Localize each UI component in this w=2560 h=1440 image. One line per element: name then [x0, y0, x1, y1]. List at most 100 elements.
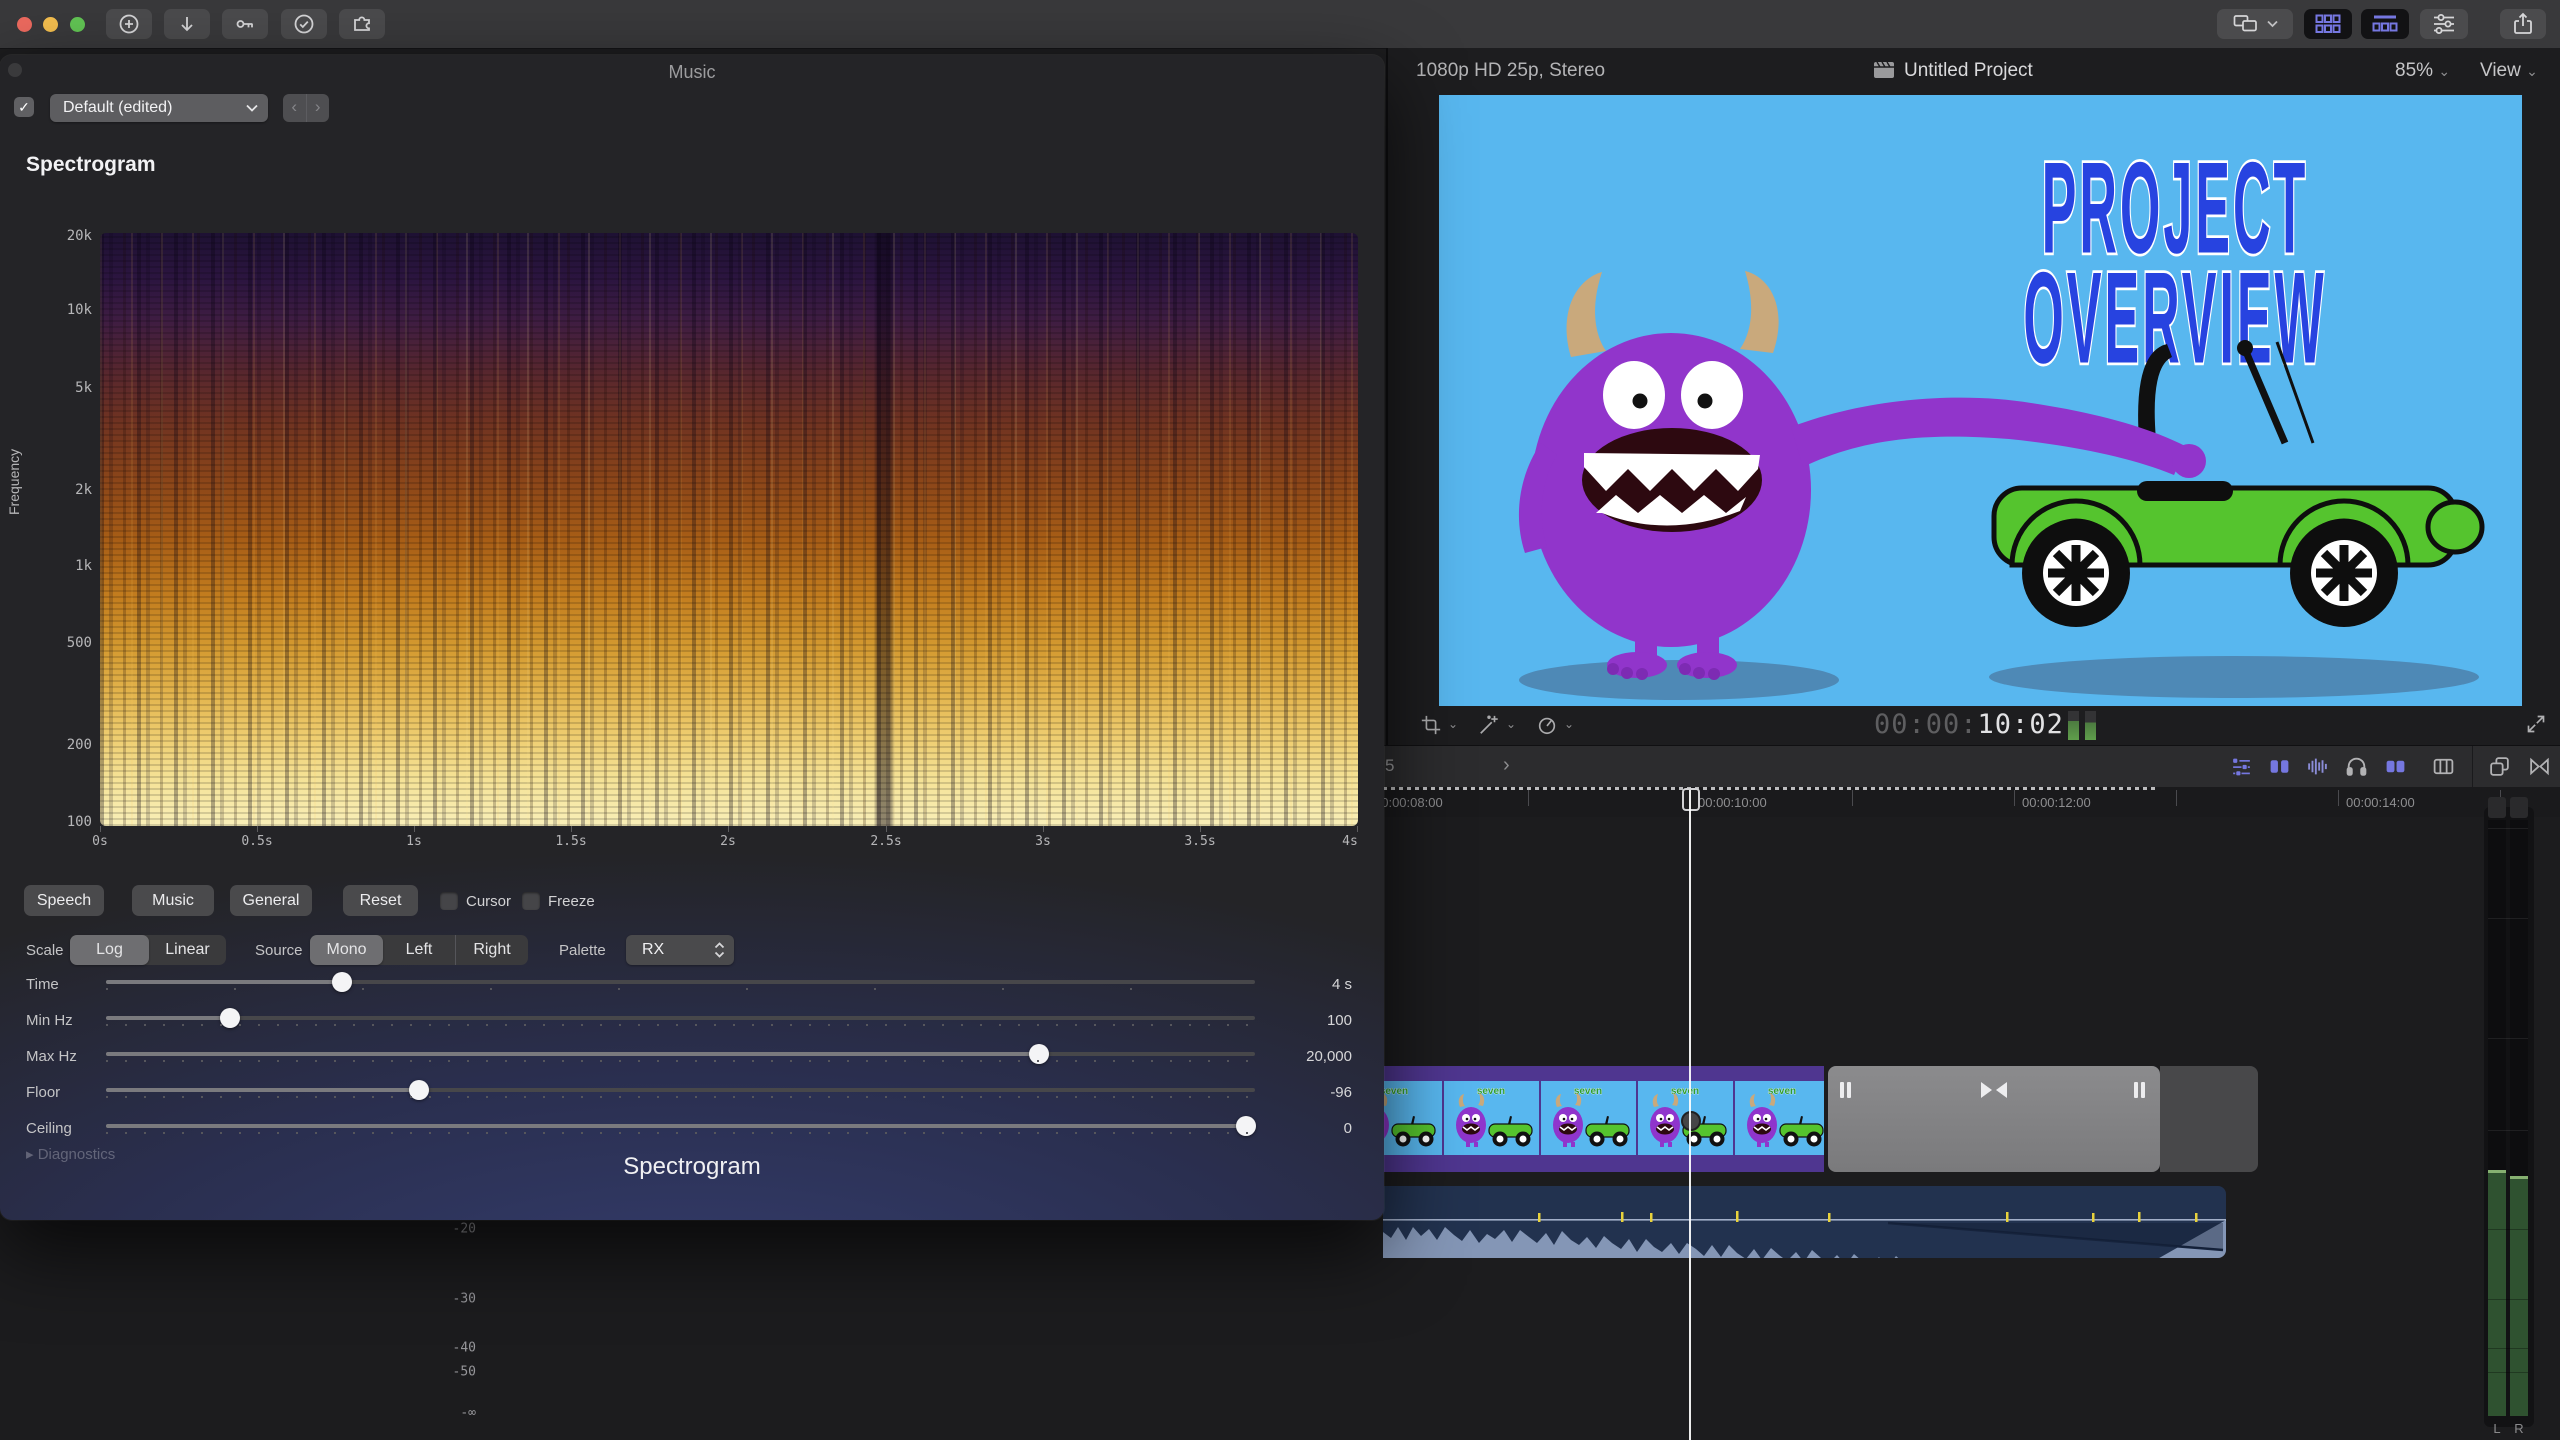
- duplicate-timeline-button[interactable]: [2488, 755, 2511, 778]
- audio-clip[interactable]: [1383, 1186, 2226, 1258]
- peak-indicator-left: [2488, 797, 2506, 818]
- reset-button[interactable]: Reset: [343, 885, 418, 916]
- y-tick: 10k: [48, 302, 92, 318]
- clip-appearance-button[interactable]: [2432, 755, 2455, 778]
- slider-label: Max Hz: [26, 1048, 77, 1065]
- slider-value: 0: [1344, 1120, 1352, 1137]
- floor-slider[interactable]: [106, 1088, 1255, 1092]
- top-toolbar: [0, 0, 2560, 49]
- secondary-gap-clip[interactable]: [2160, 1066, 2258, 1172]
- background-tasks-button[interactable]: [281, 9, 327, 39]
- workspaces-button[interactable]: [2217, 9, 2293, 39]
- snapping-button[interactable]: [2384, 755, 2407, 778]
- toolbar-divider: [2472, 746, 2473, 787]
- slider-value: 4 s: [1332, 976, 1352, 993]
- plus-circle-button[interactable]: [106, 9, 152, 39]
- ruler-label: 00:00:12:00: [2022, 795, 2091, 810]
- mini-audio-meter-left[interactable]: [2068, 711, 2079, 740]
- y-tick: 20k: [48, 228, 92, 244]
- minimize-window-button[interactable]: [43, 17, 58, 32]
- displays-icon: [2233, 13, 2259, 35]
- bowtie-icon[interactable]: [2528, 755, 2551, 778]
- y-tick: 5k: [48, 380, 92, 396]
- speech-preset-button[interactable]: Speech: [24, 885, 104, 916]
- playhead-knob[interactable]: [1681, 1111, 1701, 1131]
- timeline-title-fragment: 5: [1385, 756, 1394, 776]
- inspector-toggle-button[interactable]: [2420, 9, 2468, 39]
- retime-button[interactable]: [1536, 714, 1558, 736]
- source-segmented-control[interactable]: Mono Left Right: [310, 935, 528, 965]
- meter-tick: -30: [436, 1292, 476, 1307]
- viewer-panel: 1080p HD 25p, Stereo Untitled Project 85…: [1386, 48, 2560, 745]
- trim-tool-button[interactable]: [2268, 755, 2291, 778]
- import-button[interactable]: [164, 9, 210, 39]
- headphones-icon[interactable]: [2345, 755, 2368, 778]
- time-slider[interactable]: [106, 980, 1255, 984]
- scale-segmented-control[interactable]: Log Linear: [70, 935, 226, 965]
- down-arrow-icon: [175, 12, 199, 36]
- preset-back-button[interactable]: ‹: [283, 94, 307, 122]
- timecode-hours: 00:00:: [1874, 709, 1978, 740]
- video-clip[interactable]: [1383, 1066, 1824, 1172]
- y-tick: 2k: [48, 482, 92, 498]
- filmstrip-thumbnails: [1383, 1081, 1824, 1155]
- browser-toggle-button[interactable]: [2304, 9, 2352, 39]
- source-mono-option[interactable]: Mono: [310, 935, 383, 965]
- playhead-line[interactable]: [1689, 790, 1691, 1440]
- ruler-label: 00:00:10:00: [1698, 795, 1767, 810]
- keywords-button[interactable]: [222, 9, 268, 39]
- ceiling-slider[interactable]: [106, 1124, 1255, 1128]
- expand-icon[interactable]: [2526, 714, 2546, 734]
- meter-tick: -40: [436, 1341, 476, 1356]
- palette-dropdown[interactable]: RX: [626, 935, 734, 965]
- up-down-chevrons-icon: [714, 941, 725, 959]
- freeze-checkbox[interactable]: [522, 892, 540, 910]
- bowtie-marker-icon: [1981, 1082, 2007, 1098]
- slider-value: -96: [1330, 1084, 1352, 1101]
- meter-tick: -∞: [436, 1406, 476, 1421]
- x-tick: 3.5s: [1184, 834, 1215, 849]
- source-right-option[interactable]: Right: [456, 935, 528, 965]
- preset-forward-button[interactable]: ›: [307, 94, 330, 122]
- x-tick: 0s: [92, 834, 108, 849]
- x-tick: 2s: [720, 834, 736, 849]
- scale-log-option[interactable]: Log: [70, 935, 149, 965]
- preset-nav-buttons[interactable]: ‹ ›: [283, 94, 329, 122]
- extensions-button[interactable]: [339, 9, 385, 39]
- viewer-header: 1080p HD 25p, Stereo Untitled Project 85…: [1388, 48, 2560, 92]
- chevron-down-icon[interactable]: ⌄: [1448, 717, 1458, 731]
- scale-linear-option[interactable]: Linear: [149, 935, 226, 965]
- close-window-button[interactable]: [17, 17, 32, 32]
- spectrogram-window[interactable]: Music ✓ Default (edited) ‹ › Spectrogram…: [0, 55, 1384, 1220]
- timeline-expand-chevron[interactable]: ›: [1503, 754, 1510, 777]
- slider-label: Floor: [26, 1084, 60, 1101]
- viewer-view-menu[interactable]: View ⌄: [2480, 60, 2538, 82]
- chevron-down-icon: ⌄: [2526, 63, 2538, 79]
- spectrogram-plot[interactable]: [100, 233, 1358, 826]
- zoom-window-button[interactable]: [70, 17, 85, 32]
- viewer-zoom-control[interactable]: 85% ⌄: [2395, 60, 2450, 82]
- preset-dropdown[interactable]: Default (edited): [50, 94, 268, 122]
- timecode-display[interactable]: 00:00:10:02: [1874, 709, 2064, 740]
- meter-channel-label: L: [2489, 1421, 2505, 1436]
- cursor-checkbox[interactable]: [440, 892, 458, 910]
- chevron-down-icon[interactable]: ⌄: [1506, 717, 1516, 731]
- max-hz-slider[interactable]: [106, 1052, 1255, 1056]
- index-button[interactable]: [2230, 755, 2253, 778]
- audio-skimming-button[interactable]: [2306, 755, 2329, 778]
- timeline-toggle-button[interactable]: [2361, 9, 2409, 39]
- min-hz-slider[interactable]: [106, 1016, 1255, 1020]
- playhead-handle[interactable]: [1682, 788, 1700, 811]
- crop-tool-button[interactable]: [1420, 714, 1442, 736]
- chevron-down-icon[interactable]: ⌄: [1564, 717, 1574, 731]
- mini-audio-meter-right[interactable]: [2085, 711, 2096, 740]
- effects-wand-button[interactable]: [1478, 714, 1500, 736]
- x-tick: 1.5s: [555, 834, 586, 849]
- gap-clip[interactable]: [1828, 1066, 2160, 1172]
- share-button[interactable]: [2500, 9, 2546, 39]
- music-preset-button[interactable]: Music: [132, 885, 214, 916]
- source-left-option[interactable]: Left: [383, 935, 456, 965]
- general-preset-button[interactable]: General: [230, 885, 312, 916]
- preset-enable-checkbox[interactable]: ✓: [14, 97, 34, 117]
- time-slider-row: Time 4 s: [26, 970, 1352, 1004]
